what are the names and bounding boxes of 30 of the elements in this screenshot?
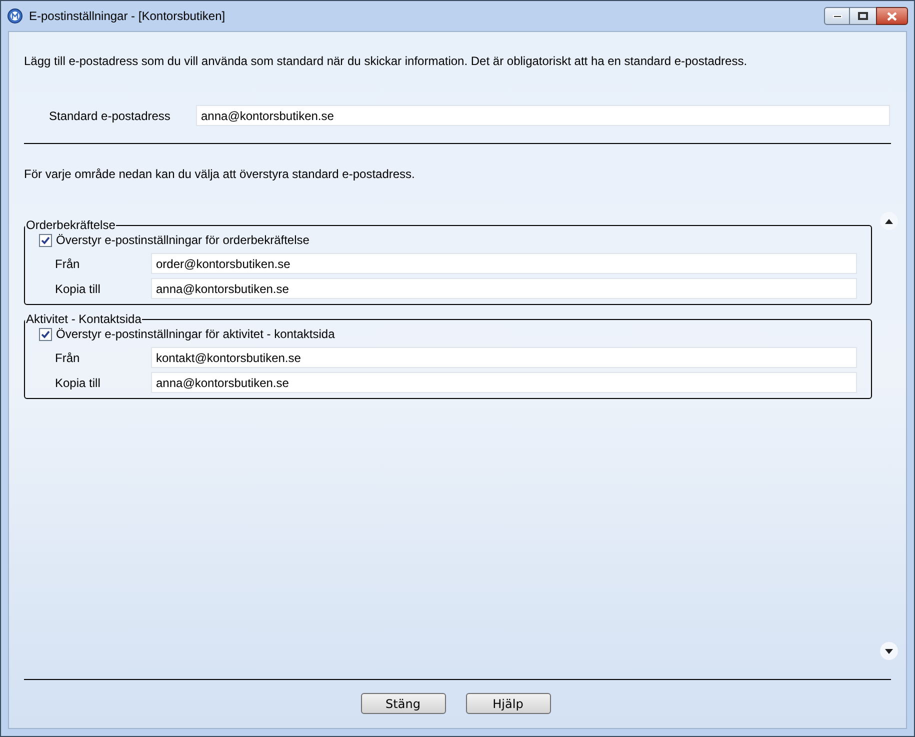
group-title: Aktivitet - Kontaktsida (25, 311, 142, 328)
input-field[interactable]: order@kontorsbutiken.se (151, 253, 857, 274)
checkbox[interactable] (39, 328, 52, 340)
intro-text: Lägg till e-postadress som du vill använda som standard när du skickar information. Det är obligatoriskt att ha en standard e-postadress. (24, 53, 748, 70)
minimize-button[interactable] (824, 7, 850, 25)
input-field[interactable]: anna@kontorsbutiken.se (196, 105, 890, 126)
dialog-button[interactable]: Stäng (360, 693, 446, 714)
caret-up-icon (885, 218, 893, 224)
override-text: För varje område nedan kan du välja att överstyra standard e-postadress. (24, 166, 416, 183)
close-icon (887, 12, 897, 20)
window-title: E-postinställningar - [Kontorsbutiken] (29, 8, 226, 25)
checkbox-label: Överstyr e-postinställningar för orderbekräftelse (56, 232, 310, 249)
scroll-down-button[interactable] (880, 642, 898, 660)
caret-down-icon (885, 648, 893, 654)
field-label: Kopia till (55, 280, 102, 298)
field-label: Från (55, 256, 81, 272)
group-title: Orderbekräftelse (25, 217, 116, 234)
input-field[interactable]: kontakt@kontorsbutiken.se (151, 347, 857, 368)
input-field[interactable]: anna@kontorsbutiken.se (151, 372, 857, 393)
field-label: Standard e-postadress (49, 108, 172, 124)
scroll-up-button[interactable] (880, 212, 898, 230)
field-label: Från (55, 350, 81, 366)
dialog-button[interactable]: Hjälp (466, 693, 550, 714)
checkbox-label: Överstyr e-postinställningar för aktivitet - kontaktsida (56, 326, 335, 343)
close-button[interactable] (876, 7, 908, 25)
input-field[interactable]: anna@kontorsbutiken.se (151, 278, 857, 299)
app-logo-icon (7, 8, 23, 24)
maximize-button[interactable] (850, 7, 876, 25)
checkbox[interactable] (39, 234, 52, 246)
field-label: Kopia till (55, 374, 102, 392)
